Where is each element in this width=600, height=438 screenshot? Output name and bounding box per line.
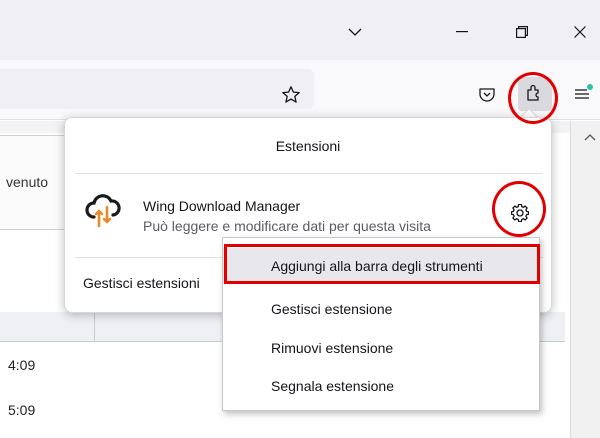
annotation-box-pin-to-toolbar — [224, 244, 540, 284]
title-bar — [0, 0, 600, 60]
close-button[interactable] — [566, 18, 594, 46]
app-menu-icon — [572, 82, 594, 109]
content-tab-label: venuto — [6, 174, 49, 190]
table-row: 4:09 — [8, 357, 36, 373]
scroll-up-arrow-icon[interactable] — [584, 128, 596, 146]
extension-description: Può leggere e modificare dati per questa… — [143, 218, 431, 234]
manage-extensions-link[interactable]: Gestisci estensioni — [83, 275, 200, 291]
menu-item-report-extension[interactable]: Segnala estensione — [223, 368, 539, 404]
panel-separator — [75, 173, 543, 174]
menu-item-remove-extension[interactable]: Rimuovi estensione — [223, 330, 539, 366]
menu-item-manage-extension[interactable]: Gestisci estensione — [223, 291, 539, 327]
table-row: 5:09 — [8, 402, 36, 418]
wing-download-manager-icon[interactable] — [85, 193, 121, 229]
column-divider — [94, 312, 95, 342]
panel-title: Estensioni — [275, 138, 341, 154]
extension-name[interactable]: Wing Download Manager — [143, 198, 300, 214]
pocket-icon[interactable] — [470, 78, 504, 112]
app-menu-button[interactable] — [566, 78, 600, 112]
restore-button[interactable] — [508, 18, 536, 46]
annotation-circle-gear — [492, 181, 546, 237]
bookmark-star-icon[interactable] — [278, 82, 304, 108]
annotation-circle-extensions-button — [508, 72, 558, 124]
chevron-down-icon[interactable] — [341, 18, 369, 46]
page-scrollbar[interactable] — [570, 121, 600, 438]
minimize-button[interactable] — [448, 18, 476, 46]
url-bar[interactable] — [0, 69, 314, 109]
